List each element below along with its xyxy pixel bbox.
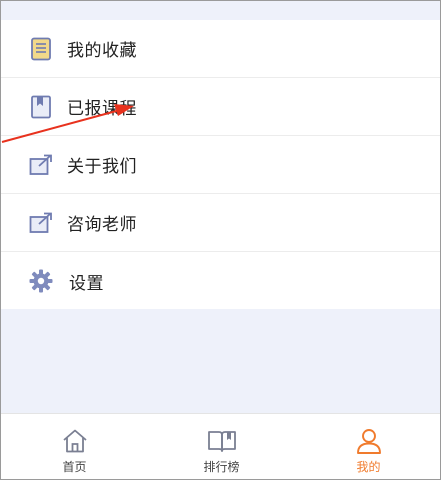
- notebook-icon: [29, 37, 53, 61]
- tab-label: 首页: [62, 460, 87, 474]
- menu-item-label: 我的收藏: [67, 41, 137, 61]
- tab-label: 我的: [356, 460, 381, 474]
- user-icon: [354, 427, 384, 455]
- tab-mine[interactable]: 我的: [295, 414, 440, 479]
- home-icon: [60, 427, 90, 455]
- profile-menu: 我的收藏 已报课程 关于我们 咨询老师 设置: [1, 20, 440, 309]
- open-book-icon: [207, 427, 237, 455]
- tab-label: 排行榜: [203, 460, 240, 474]
- menu-item-consult-teacher[interactable]: 咨询老师: [1, 194, 440, 252]
- external-link-icon: [29, 153, 53, 177]
- menu-item-label: 关于我们: [67, 157, 137, 177]
- bottom-tab-bar: 首页 排行榜 我的: [1, 413, 440, 479]
- menu-item-favorites[interactable]: 我的收藏: [1, 20, 440, 78]
- empty-area: [1, 309, 440, 413]
- book-icon: [29, 95, 53, 119]
- tab-home[interactable]: 首页: [1, 414, 148, 479]
- menu-item-enrolled-courses[interactable]: 已报课程: [1, 78, 440, 136]
- menu-item-settings[interactable]: 设置: [1, 252, 440, 310]
- external-link-icon: [29, 211, 53, 235]
- gear-icon: [29, 269, 53, 293]
- tab-ranking[interactable]: 排行榜: [148, 414, 295, 479]
- menu-item-label: 已报课程: [67, 99, 137, 119]
- menu-item-label: 咨询老师: [67, 215, 137, 235]
- menu-item-label: 设置: [69, 273, 104, 294]
- menu-item-about-us[interactable]: 关于我们: [1, 136, 440, 194]
- app-screen: 我的收藏 已报课程 关于我们 咨询老师 设置 首页 排行榜 我的: [0, 0, 441, 480]
- top-spacer: [1, 1, 440, 20]
